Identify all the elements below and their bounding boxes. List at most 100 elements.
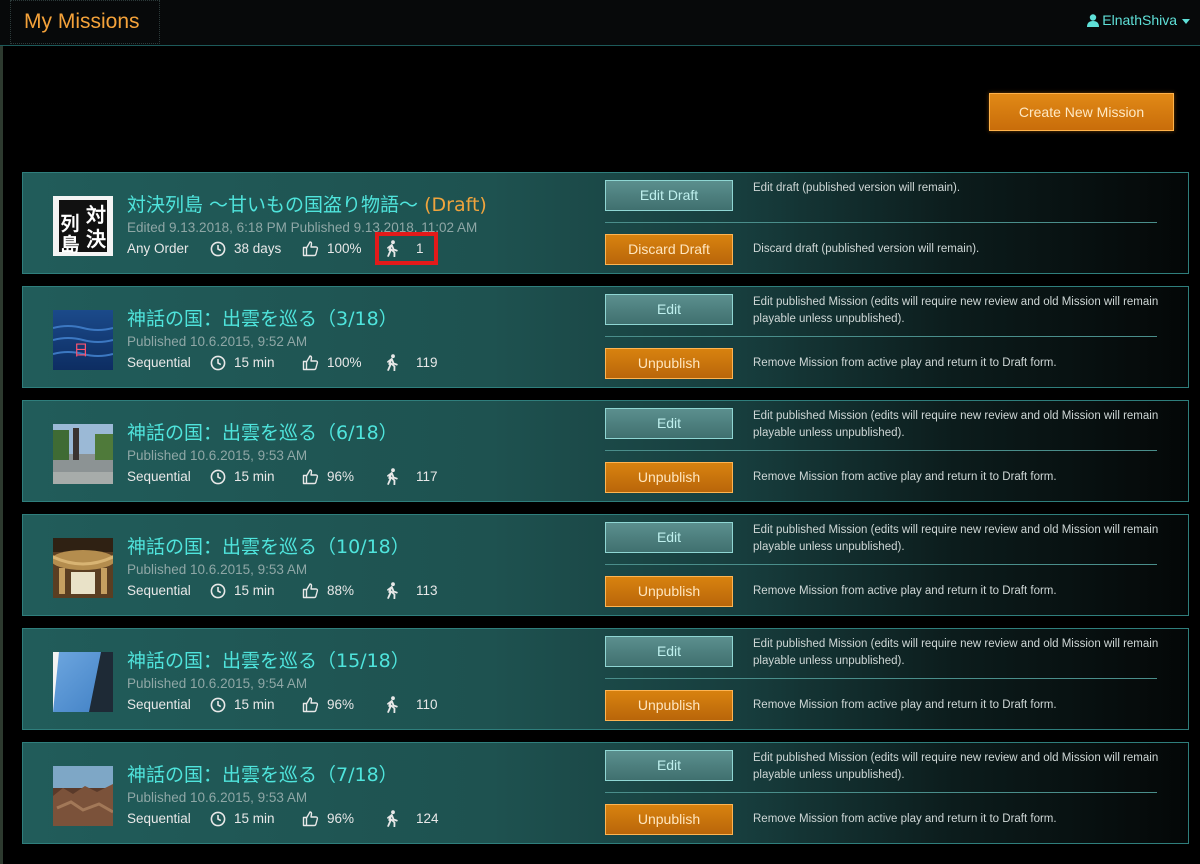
mission-order: Sequential (127, 355, 191, 370)
user-menu[interactable]: ElnathShiva (1087, 12, 1190, 28)
mission-stats: Sequential 15 min 100% 119 (127, 354, 438, 371)
mission-rating: 96% (327, 697, 355, 712)
mission-order: Sequential (127, 469, 191, 484)
mission-order: Sequential (127, 583, 191, 598)
mission-title[interactable]: 神話の国：出雲を巡る（6/18） (127, 418, 398, 445)
mission-players: 113 (416, 583, 438, 598)
walking-person-icon (387, 582, 398, 599)
unpublish-button[interactable]: Unpublish (605, 804, 733, 835)
mission-players: 117 (416, 469, 438, 484)
mission-thumbnail: 日 (53, 310, 113, 370)
mission-thumbnail (53, 538, 113, 598)
mission-card: 神話の国：出雲を巡る（6/18） Published 10.6.2015, 9:5… (22, 400, 1189, 502)
mission-title[interactable]: 神話の国：出雲を巡る（7/18） (127, 760, 398, 787)
mission-rating: 88% (327, 583, 355, 598)
mission-dates: Published 10.6.2015, 9:52 AM (127, 334, 308, 349)
chevron-down-icon (1182, 18, 1190, 24)
clock-icon (210, 811, 226, 826)
thumbs-up-icon (302, 697, 319, 713)
mission-rating: 96% (327, 469, 355, 484)
mission-time: 38 days (234, 241, 282, 256)
mission-players: 124 (416, 811, 439, 826)
username: ElnathShiva (1102, 12, 1177, 28)
mission-time: 15 min (234, 583, 275, 598)
mission-card: 神話の国：出雲を巡る（7/18） Published 10.6.2015, 9:5… (22, 742, 1189, 844)
clock-icon (210, 241, 226, 256)
svg-text:決: 決 (86, 227, 107, 251)
mission-stats: Sequential 15 min 96% 110 (127, 696, 438, 713)
divider (605, 564, 1157, 565)
thumbs-up-icon (302, 583, 319, 599)
mission-stats: Sequential 15 min 88% 113 (127, 582, 438, 599)
mission-thumbnail (53, 424, 113, 484)
mission-title[interactable]: 神話の国：出雲を巡る（3/18） (127, 304, 398, 331)
page-title[interactable]: My Missions (10, 0, 160, 44)
edit-button[interactable]: Edit (605, 408, 733, 439)
secondary-description: Discard draft (published version will re… (753, 243, 980, 255)
edit-button[interactable]: Edit (605, 750, 733, 781)
clock-icon (210, 355, 226, 370)
mission-title[interactable]: 対決列島 ～甘いもの国盗り物語～ (Draft) (127, 190, 487, 217)
unpublish-button[interactable]: Unpublish (605, 576, 733, 607)
mission-dates: Published 10.6.2015, 9:53 AM (127, 562, 308, 577)
clock-icon (210, 697, 226, 712)
edit-button[interactable]: Edit (605, 636, 733, 667)
mission-dates: Published 10.6.2015, 9:54 AM (127, 676, 308, 691)
unpublish-button[interactable]: Unpublish (605, 348, 733, 379)
mission-order: Sequential (127, 811, 191, 826)
edit-description: Edit published Mission (edits will requi… (753, 296, 1159, 325)
clock-icon (210, 469, 226, 484)
secondary-description: Remove Mission from active play and retu… (753, 357, 1057, 369)
left-edge-strip (0, 46, 3, 864)
mission-time: 15 min (234, 811, 275, 826)
thumbs-up-icon (302, 811, 319, 827)
discard-draft-button[interactable]: Discard Draft (605, 234, 733, 265)
svg-text:列: 列 (60, 213, 79, 235)
divider (605, 450, 1157, 451)
secondary-description: Remove Mission from active play and retu… (753, 699, 1057, 711)
mission-card: 神話の国：出雲を巡る（15/18） Published 10.6.2015, 9:… (22, 628, 1189, 730)
edit-button[interactable]: Edit (605, 294, 733, 325)
mission-time: 15 min (234, 697, 275, 712)
unpublish-button[interactable]: Unpublish (605, 690, 733, 721)
mission-players: 110 (416, 697, 438, 712)
mission-stats: Sequential 15 min 96% 117 (127, 468, 438, 485)
mission-order: Any Order (127, 241, 189, 256)
mission-order: Sequential (127, 697, 191, 712)
mission-card: 日 神話の国：出雲を巡る（3/18） Published 10.6.2015, 9:… (22, 286, 1189, 388)
mission-rating: 100% (327, 241, 362, 256)
draft-label: (Draft) (424, 194, 487, 216)
edit-draft-button[interactable]: Edit Draft (605, 180, 733, 211)
walking-person-icon (387, 696, 398, 713)
thumbs-up-icon (302, 469, 319, 485)
edit-description: Edit published Mission (edits will requi… (753, 524, 1159, 553)
svg-text:対: 対 (85, 203, 106, 227)
mission-title[interactable]: 神話の国：出雲を巡る（10/18） (127, 532, 410, 559)
mission-card: 神話の国：出雲を巡る（10/18） Published 10.6.2015, 9:… (22, 514, 1189, 616)
secondary-description: Remove Mission from active play and retu… (753, 813, 1057, 825)
mission-thumbnail (53, 652, 113, 712)
divider (605, 792, 1157, 793)
divider (605, 222, 1157, 223)
highlight-annotation (375, 232, 438, 265)
thumbs-up-icon (302, 241, 319, 257)
create-new-mission-button[interactable]: Create New Mission (989, 93, 1174, 131)
mission-dates: Published 10.6.2015, 9:53 AM (127, 448, 308, 463)
divider (605, 678, 1157, 679)
top-navbar: My Missions ElnathShiva (0, 0, 1200, 46)
secondary-description: Remove Mission from active play and retu… (753, 585, 1057, 597)
mission-time: 15 min (234, 355, 275, 370)
thumbs-up-icon (302, 355, 319, 371)
unpublish-button[interactable]: Unpublish (605, 462, 733, 493)
edit-button[interactable]: Edit (605, 522, 733, 553)
walking-person-icon (387, 354, 398, 371)
clock-icon (210, 583, 226, 598)
edit-description: Edit published Mission (edits will requi… (753, 638, 1159, 667)
mission-title[interactable]: 神話の国：出雲を巡る（15/18） (127, 646, 410, 673)
svg-text:島: 島 (60, 233, 79, 256)
mission-time: 15 min (234, 469, 275, 484)
mission-thumbnail: 対決列島 (53, 196, 113, 256)
mission-thumbnail (53, 766, 113, 826)
mission-rating: 96% (327, 811, 355, 826)
walking-person-icon (387, 468, 398, 485)
